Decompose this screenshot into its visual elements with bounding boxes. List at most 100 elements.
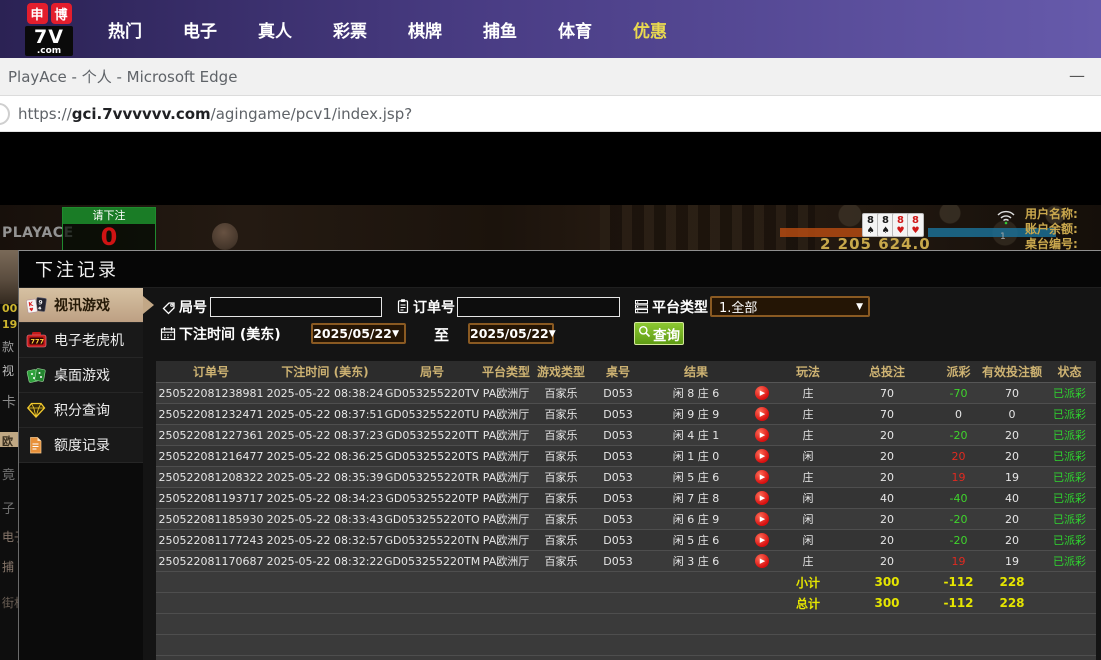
panel-title: 下注记录: [35, 256, 119, 282]
nav-item-fishing[interactable]: 捕鱼: [483, 17, 517, 42]
card-rank: 8: [897, 215, 904, 226]
column-header: 游戏类型: [532, 363, 590, 380]
date-from-select[interactable]: 2025/05/22 ▼: [311, 323, 406, 344]
play-icon: ▶: [760, 516, 765, 523]
sidebar-item-points[interactable]: 积分查询: [19, 393, 143, 428]
url-text: https://gci.7vvvvvv.com/agingame/pcv1/in…: [18, 105, 412, 123]
column-header: 局号: [384, 363, 480, 380]
summary-valid-bet: 228: [981, 596, 1043, 610]
table-cell: 闲 5 庄 6: [646, 469, 746, 485]
table-cell: 70: [838, 387, 936, 400]
replay-button[interactable]: ▶: [755, 386, 769, 400]
nav-item-sports[interactable]: 体育: [558, 17, 592, 42]
table-cell: 庄: [778, 406, 838, 422]
table-cell: 庄: [778, 385, 838, 401]
logo-badges: 申 博: [27, 3, 72, 24]
summary-total-bet: 300: [838, 575, 936, 589]
nav-item-slots[interactable]: 电子: [183, 17, 217, 42]
nav-item-hot[interactable]: 热门: [108, 17, 142, 42]
table-cell: 闲 4 庄 1: [646, 427, 746, 443]
replay-button[interactable]: ▶: [755, 470, 769, 484]
table-cell: 百家乐: [532, 448, 590, 464]
left-edge-fragment: 卡: [2, 392, 16, 412]
platform-select-value: 1.全部: [712, 297, 856, 316]
left-edge-fragment: 欧: [2, 433, 13, 449]
table-cell: PA欧洲厅: [480, 427, 532, 443]
nav-menu: 热门 电子 真人 彩票 棋牌 捕鱼 体育 优惠: [108, 17, 667, 42]
nav-item-promo[interactable]: 优惠: [633, 17, 667, 42]
bet-time-label: 下注时间 (美东): [179, 324, 281, 344]
black-spacer: [0, 132, 1101, 205]
sidebar-item-video-games[interactable]: 9♠ K♥ 视讯游戏: [19, 288, 143, 323]
sidebar-item-quota[interactable]: 额度记录: [19, 428, 143, 463]
table-cell: 250522081216477: [156, 450, 266, 463]
left-edge-fragment: 003: [2, 302, 18, 315]
summary-label: 总计: [778, 595, 838, 612]
address-bar[interactable]: https://gci.7vvvvvv.com/agingame/pcv1/in…: [0, 96, 1101, 132]
sidebar-item-table-games[interactable]: 桌面游戏: [19, 358, 143, 393]
column-header: 状态: [1043, 363, 1096, 380]
minimize-icon[interactable]: —: [1069, 66, 1085, 85]
site-logo[interactable]: 申 博 7V .com: [16, 3, 82, 56]
table-cell: 250522081177243: [156, 534, 266, 547]
table-cell: 2025-05-22 08:35:39: [266, 471, 384, 484]
dealer-silhouette: [212, 223, 238, 250]
table-row: 2505220812389812025-05-22 08:38:24GD0532…: [156, 383, 1096, 404]
table-cell: 19: [981, 555, 1043, 568]
replay-button[interactable]: ▶: [755, 407, 769, 421]
replay-button[interactable]: ▶: [755, 512, 769, 526]
order-input[interactable]: [457, 297, 620, 317]
table-cell: 庄: [778, 553, 838, 569]
table-cell: 百家乐: [532, 553, 590, 569]
search-button[interactable]: 查询: [634, 322, 684, 345]
table-cell: 2025-05-22 08:32:22: [266, 555, 384, 568]
table-row: 2505220811772432025-05-22 08:32:57GD0532…: [156, 530, 1096, 551]
column-header: 平台类型: [480, 363, 532, 380]
table-cell: D053: [590, 450, 646, 463]
status-badge: 已派彩: [1043, 553, 1096, 569]
table-cell: PA欧洲厅: [480, 385, 532, 401]
bet-prompt: 请下注: [63, 208, 155, 224]
table-cell: 70: [981, 387, 1043, 400]
date-to-select[interactable]: 2025/05/22 ▼: [468, 323, 554, 344]
replay-button[interactable]: ▶: [755, 554, 769, 568]
replay-button[interactable]: ▶: [755, 533, 769, 547]
subtotal-row: 小计300-112228: [156, 572, 1096, 593]
nav-item-live[interactable]: 真人: [258, 17, 292, 42]
play-icon: ▶: [760, 411, 765, 418]
panel-header: 下注记录: [19, 251, 1101, 288]
platform-select[interactable]: 1.全部 ▼: [710, 296, 870, 317]
table-cell: 20: [981, 513, 1043, 526]
table-cell: 百家乐: [532, 406, 590, 422]
status-badge: 已派彩: [1043, 427, 1096, 443]
round-input[interactable]: [210, 297, 382, 317]
status-badge: 已派彩: [1043, 385, 1096, 401]
table-cell: 250522081238981: [156, 387, 266, 400]
nav-item-board[interactable]: 棋牌: [408, 17, 442, 42]
replay-button[interactable]: ▶: [755, 449, 769, 463]
logo-tld: .com: [25, 47, 73, 56]
table-cell: 2025-05-22 08:34:23: [266, 492, 384, 505]
bet-countdown: 0: [63, 224, 155, 250]
table-cell: 2025-05-22 08:38:24: [266, 387, 384, 400]
table-cell: GD053255220TR: [384, 471, 480, 484]
svg-text:777: 777: [31, 337, 45, 345]
chevron-down-icon: ▼: [392, 329, 399, 339]
status-badge: 已派彩: [1043, 511, 1096, 527]
empty-row: [156, 614, 1096, 635]
table-cell: 闲: [778, 511, 838, 527]
sidebar-item-slots[interactable]: 777 电子老虎机: [19, 323, 143, 358]
table-cell-payout: -40: [936, 492, 981, 505]
replay-button[interactable]: ▶: [755, 491, 769, 505]
table-cell: 百家乐: [532, 532, 590, 548]
table-cell: PA欧洲厅: [480, 469, 532, 485]
logo-box: 7V .com: [25, 26, 73, 56]
replay-button[interactable]: ▶: [755, 428, 769, 442]
slot-machine-icon: 777: [26, 331, 47, 350]
table-cell: 20: [838, 513, 936, 526]
total-row: 总计300-112228: [156, 593, 1096, 614]
nav-item-lottery[interactable]: 彩票: [333, 17, 367, 42]
left-edge-fragment: 视: [2, 362, 14, 379]
bet-timer-box: 请下注 0: [62, 207, 156, 250]
table-cell: 20: [981, 534, 1043, 547]
